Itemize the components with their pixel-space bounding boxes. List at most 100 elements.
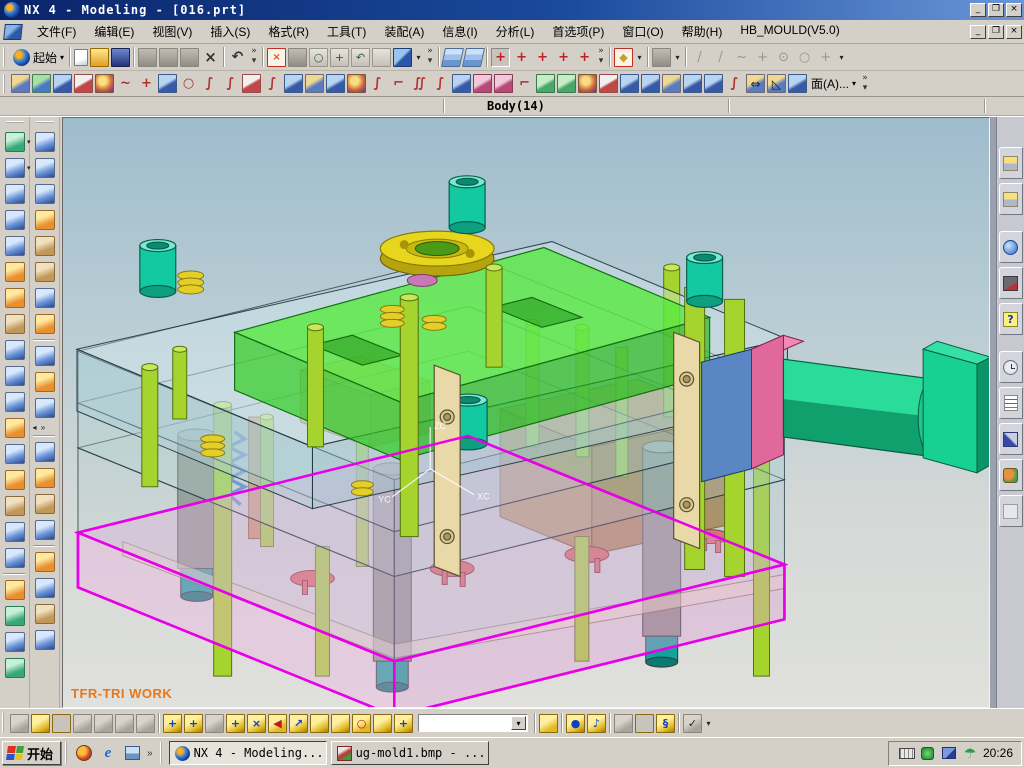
form-tool-icon-15[interactable] bbox=[33, 518, 57, 542]
substitute-icon[interactable] bbox=[331, 714, 350, 733]
note-icon[interactable]: ♪ bbox=[587, 714, 606, 733]
history-tab[interactable] bbox=[999, 267, 1023, 299]
wcs-dynamics-icon[interactable]: + bbox=[491, 48, 510, 67]
dropdown-arrow[interactable]: ▾ bbox=[836, 48, 847, 67]
find-component-icon[interactable] bbox=[10, 714, 29, 733]
save-component-icon[interactable] bbox=[115, 714, 134, 733]
curve-op-icon-3[interactable] bbox=[242, 74, 261, 93]
form-tool-icon-13[interactable] bbox=[33, 466, 57, 490]
dropdown-arrow[interactable]: ▾ bbox=[413, 48, 424, 67]
thicken-icon[interactable] bbox=[704, 74, 723, 93]
toolbar-overflow[interactable]: »▾ bbox=[424, 46, 436, 68]
task-button-2[interactable]: ug-mold1.bmp - ... bbox=[331, 741, 489, 765]
antivirus-umbrella-icon[interactable]: ☂ bbox=[962, 746, 978, 760]
draft-icon[interactable] bbox=[620, 74, 639, 93]
form-tool-icon-5[interactable] bbox=[33, 234, 57, 258]
intersect-icon[interactable]: ⌐ bbox=[389, 74, 408, 93]
sphere-feature-icon[interactable] bbox=[95, 74, 114, 93]
tools-tab[interactable] bbox=[999, 423, 1023, 455]
menu-item-10[interactable]: 首选项(P) bbox=[543, 21, 613, 42]
new-part-icon[interactable] bbox=[74, 49, 88, 66]
layer-settings-icon[interactable] bbox=[441, 48, 464, 67]
shaded-display-icon[interactable] bbox=[393, 48, 412, 67]
dropdown-arrow[interactable]: ▾ bbox=[703, 714, 714, 733]
mdi-restore-button[interactable]: ❐ bbox=[988, 25, 1004, 39]
wave-link-icon[interactable] bbox=[373, 714, 392, 733]
model-tool-icon-5[interactable] bbox=[3, 338, 27, 362]
form-tool-icon-11[interactable] bbox=[33, 396, 57, 420]
new-parent-icon[interactable]: + bbox=[226, 714, 245, 733]
pan-view-icon[interactable] bbox=[372, 48, 391, 67]
extrude-icon[interactable] bbox=[11, 74, 30, 93]
menu-item-7[interactable]: 装配(A) bbox=[375, 21, 433, 42]
menu-item-5[interactable]: 格式(R) bbox=[259, 21, 318, 42]
start-button[interactable]: 开始 bbox=[2, 741, 61, 765]
toolbar-grip[interactable] bbox=[36, 121, 54, 125]
model-tool-icon-9[interactable] bbox=[3, 442, 27, 466]
reposition-icon[interactable]: ↗ bbox=[289, 714, 308, 733]
show-desktop-icon[interactable] bbox=[122, 743, 142, 763]
form-tool-icon-3[interactable] bbox=[33, 182, 57, 206]
model-tool-icon-11[interactable] bbox=[3, 494, 27, 518]
menu-item-9[interactable]: 分析(L) bbox=[487, 21, 544, 42]
menu-item-12[interactable]: 帮助(H) bbox=[673, 21, 732, 42]
face-blend-icon[interactable] bbox=[494, 74, 513, 93]
fit-view-icon[interactable]: × bbox=[267, 48, 286, 67]
dimension-icon[interactable]: ⇔ bbox=[746, 74, 765, 93]
menu-item-8[interactable]: 信息(I) bbox=[433, 21, 486, 42]
part-navigator-tab[interactable] bbox=[999, 183, 1023, 215]
unite-icon[interactable] bbox=[347, 74, 366, 93]
form-tool-icon-8[interactable] bbox=[33, 312, 57, 336]
roles-tab[interactable] bbox=[999, 459, 1023, 491]
block-icon[interactable] bbox=[53, 74, 72, 93]
wireframe-icon[interactable] bbox=[3, 208, 27, 232]
soft-blend-icon[interactable] bbox=[536, 74, 555, 93]
model-tool-icon-13[interactable] bbox=[3, 546, 27, 570]
model-tool-icon-3[interactable] bbox=[3, 286, 27, 310]
arc-icon[interactable]: ~ bbox=[732, 48, 751, 67]
face-operations-button[interactable]: 面(A)...▾ bbox=[808, 73, 859, 94]
menu-item-11[interactable]: 窗口(O) bbox=[613, 21, 672, 42]
create-component-icon[interactable]: + bbox=[184, 714, 203, 733]
web-browser-tab[interactable] bbox=[999, 231, 1023, 263]
information-tab[interactable] bbox=[999, 387, 1023, 419]
subtract-icon[interactable]: ∫ bbox=[368, 74, 387, 93]
arrangement-combo[interactable]: ▾ bbox=[418, 714, 528, 732]
circle-icon[interactable]: ○ bbox=[795, 48, 814, 67]
form-tool-icon-19[interactable] bbox=[33, 628, 57, 652]
dropdown-arrow[interactable]: ▾ bbox=[852, 79, 856, 88]
emboss-icon[interactable] bbox=[599, 74, 618, 93]
dropdown-arrow[interactable]: ▾ bbox=[634, 48, 645, 67]
combo-dropdown-arrow[interactable]: ▾ bbox=[511, 716, 526, 730]
line-icon[interactable]: / bbox=[711, 48, 730, 67]
curve-op-icon-1[interactable]: ∫ bbox=[200, 74, 219, 93]
point-on-curve-icon[interactable]: + bbox=[753, 48, 772, 67]
component-group-icon[interactable] bbox=[94, 714, 113, 733]
display-settings-icon[interactable] bbox=[941, 746, 957, 760]
utility-tray-icon[interactable] bbox=[920, 746, 936, 760]
document-icon[interactable] bbox=[3, 24, 23, 40]
replace-component-icon[interactable] bbox=[310, 714, 329, 733]
shell-icon[interactable] bbox=[683, 74, 702, 93]
show-degrees-icon[interactable] bbox=[635, 714, 654, 733]
regenerate-icon[interactable] bbox=[288, 48, 307, 67]
dropdown-arrow[interactable]: ▾ bbox=[60, 53, 64, 62]
body-taper-icon[interactable] bbox=[641, 74, 660, 93]
pattern-feature-icon[interactable] bbox=[158, 74, 177, 93]
toolbar-grip[interactable] bbox=[6, 121, 24, 125]
minimize-button[interactable]: _ bbox=[970, 3, 986, 17]
cut-icon[interactable] bbox=[138, 48, 157, 67]
toolbar-overflow[interactable]: »▾ bbox=[595, 46, 607, 68]
instance-feature-icon[interactable] bbox=[326, 74, 345, 93]
task-button-1[interactable]: NX 4 - Modeling... bbox=[169, 741, 327, 765]
copy-icon[interactable] bbox=[159, 48, 178, 67]
form-tool-icon-17[interactable] bbox=[33, 576, 57, 600]
curve-tools-icon[interactable] bbox=[652, 48, 671, 67]
rotate-view-icon[interactable]: ↶ bbox=[351, 48, 370, 67]
mdi-minimize-button[interactable]: _ bbox=[970, 25, 986, 39]
point-set-icon[interactable] bbox=[788, 74, 807, 93]
explode-icon[interactable] bbox=[614, 714, 633, 733]
model-tool-icon-8[interactable] bbox=[3, 416, 27, 440]
styled-blend-icon[interactable] bbox=[557, 74, 576, 93]
form-tool-icon-6[interactable] bbox=[33, 260, 57, 284]
